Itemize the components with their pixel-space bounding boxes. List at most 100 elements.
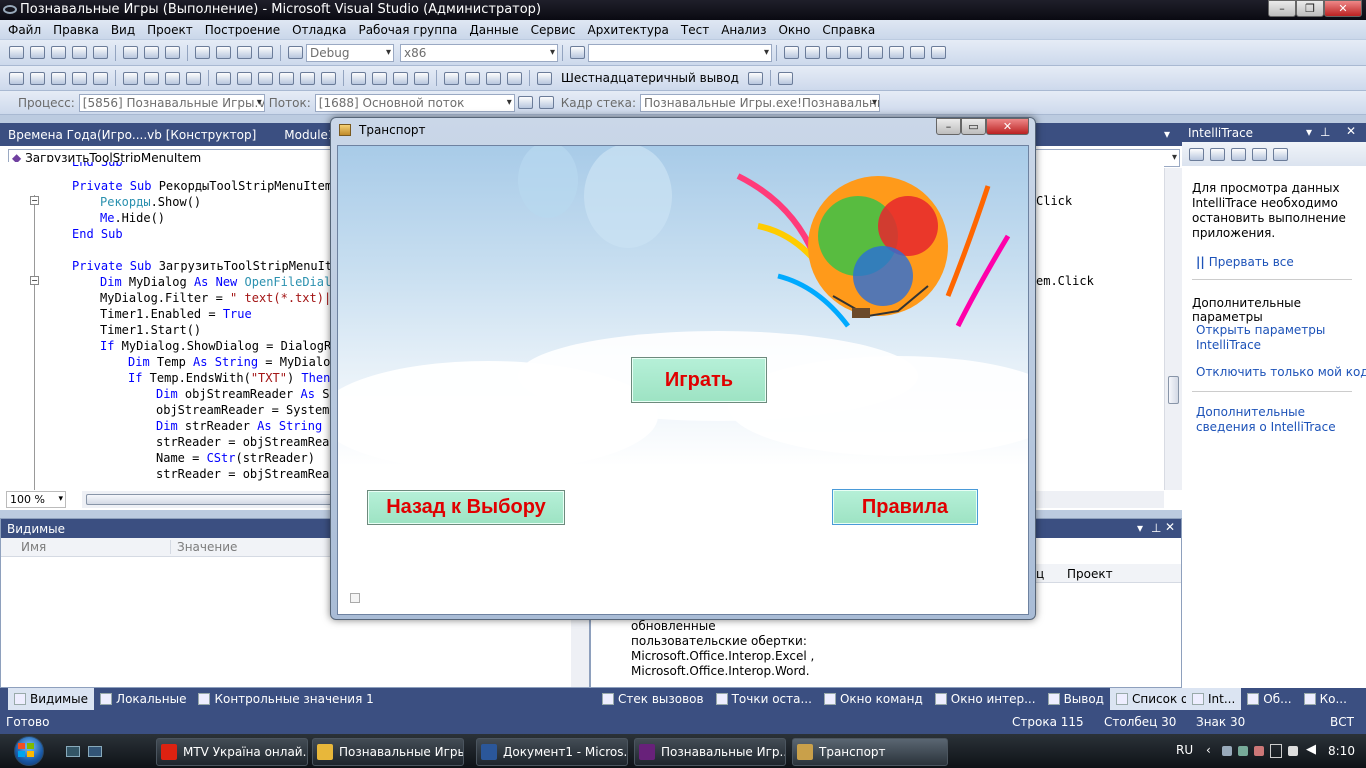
clock[interactable]: 8:10 (1328, 744, 1355, 758)
intellitrace-icon[interactable] (1189, 147, 1204, 161)
menu-item[interactable]: Файл (8, 23, 41, 37)
start-button[interactable] (6, 734, 52, 768)
command-window-icon[interactable] (931, 46, 946, 59)
close-icon[interactable]: ✕ (1346, 124, 1356, 138)
next-bookmark-icon[interactable] (258, 71, 273, 85)
tab-dropdown-icon[interactable]: ▾ (1164, 127, 1170, 141)
dialog-maximize-button[interactable]: ▭ (961, 118, 986, 135)
pin-icon[interactable]: ⊥ (1151, 521, 1161, 535)
col-project[interactable]: Проект (1067, 567, 1113, 581)
bookmark-icon[interactable] (216, 71, 231, 85)
text-editor-icon[interactable] (9, 71, 24, 85)
tab-watch1[interactable]: Контрольные значения 1 (192, 688, 379, 710)
pin-icon[interactable]: ⊥ (1320, 125, 1330, 139)
back-to-selection-button[interactable]: Назад к Выбору (367, 490, 565, 525)
menu-item[interactable]: Тест (681, 23, 709, 37)
object-browser-icon[interactable] (826, 46, 841, 59)
tab-locals[interactable]: Локальные (94, 688, 192, 710)
intellitrace-icon[interactable] (1252, 147, 1267, 161)
windows-menu-icon[interactable] (777, 71, 793, 85)
stack-frame-combo[interactable]: Познавальные Игры.exe!Познавальные_ (640, 93, 880, 112)
close-button[interactable]: ✕ (1324, 0, 1362, 17)
menu-item[interactable]: Построение (205, 23, 280, 37)
clear-bookmarks-icon[interactable] (321, 71, 336, 85)
list-members-icon[interactable] (93, 71, 108, 85)
tab-breakpoints[interactable]: Точки оста... (710, 688, 818, 710)
zoom-combo[interactable]: 100 % ▾ (6, 491, 66, 508)
tab-designer[interactable]: Времена Года(Игро....vb [Конструктор] (0, 123, 265, 146)
taskbar-item-transport[interactable]: Транспорт (792, 738, 948, 766)
collapse-toggle[interactable]: − (30, 196, 39, 205)
watch-col-value[interactable]: Значение (171, 540, 237, 554)
configuration-combo[interactable]: Debug (306, 43, 394, 62)
server-explorer-icon[interactable] (910, 46, 925, 59)
tab-immediate[interactable]: Окно интер... (929, 688, 1042, 710)
editor-vertical-scrollbar[interactable] (1164, 168, 1182, 490)
redo-icon[interactable] (216, 46, 231, 59)
tab-intellitrace[interactable]: Int... (1186, 688, 1242, 710)
step-into-icon[interactable] (465, 71, 480, 85)
stop-icon[interactable] (393, 71, 408, 85)
parameter-info-icon[interactable] (51, 71, 66, 85)
taskbar-item-folder[interactable]: Познавальные Игры (312, 738, 464, 766)
process-combo[interactable]: [5856] Познавальные Игры.vshost (78, 93, 265, 112)
language-indicator[interactable]: RU (1176, 743, 1193, 757)
resize-grip-icon[interactable] (350, 593, 360, 603)
open-settings-link[interactable]: Открыть параметры IntelliTrace (1196, 323, 1346, 353)
save-icon[interactable] (72, 46, 87, 59)
dialog-minimize-button[interactable]: – (936, 118, 961, 135)
scrollbar-thumb[interactable] (86, 494, 366, 505)
prev-bookmark-folder-icon[interactable] (279, 71, 294, 85)
quick-watch-icon[interactable] (537, 71, 552, 85)
menu-item[interactable]: Правка (53, 23, 99, 37)
navigate-back-icon[interactable] (237, 46, 252, 59)
thread-combo[interactable]: [1688] Основной поток (314, 93, 515, 112)
break-all-link[interactable]: || Прервать все (1196, 255, 1294, 269)
open-file-icon[interactable] (51, 46, 66, 59)
tab-command-window[interactable]: Окно команд (818, 688, 929, 710)
solution-explorer-icon[interactable] (784, 46, 799, 59)
dialog-close-button[interactable]: ✕ (986, 118, 1029, 135)
show-next-statement-icon[interactable] (444, 71, 459, 85)
save-all-icon[interactable] (93, 46, 108, 59)
hex-display-toggle[interactable]: Шестнадцатеричный вывод (561, 71, 739, 85)
close-icon[interactable]: ✕ (1165, 520, 1175, 534)
menu-item[interactable]: Рабочая группа (358, 23, 457, 37)
navigate-forward-icon[interactable] (258, 46, 273, 59)
undo-icon[interactable] (195, 46, 210, 59)
minimize-button[interactable]: – (1268, 0, 1296, 17)
find-combo[interactable] (588, 43, 772, 62)
switch-windows-icon[interactable] (88, 746, 102, 757)
menu-item[interactable]: Данные (469, 23, 518, 37)
collapse-toggle[interactable]: − (30, 276, 39, 285)
disable-mycode-link[interactable]: Отключить только мой код (1196, 365, 1366, 379)
tray-chevron-icon[interactable]: ‹ (1206, 743, 1211, 757)
menu-item[interactable]: Сервис (531, 23, 576, 37)
pause-icon[interactable] (372, 71, 387, 85)
taskbar-item-word[interactable]: Документ1 - Micros... (476, 738, 628, 766)
team-explorer-icon[interactable] (889, 46, 904, 59)
tray-icon[interactable] (1254, 746, 1264, 756)
tab-class-view[interactable]: Ко... (1298, 688, 1353, 710)
tab-output[interactable]: Вывод (1042, 688, 1110, 710)
tray-icon[interactable] (1222, 746, 1232, 756)
show-desktop-icon[interactable] (66, 746, 80, 757)
scrollbar-thumb[interactable] (1168, 376, 1179, 404)
taskbar-item-visual-studio[interactable]: Познавальные Игр... (634, 738, 786, 766)
step-over-icon[interactable] (486, 71, 501, 85)
start-debug-icon[interactable] (288, 46, 303, 59)
platform-combo[interactable]: x86 (400, 43, 558, 62)
copy-icon[interactable] (144, 46, 159, 59)
tools-icon[interactable] (868, 46, 883, 59)
next-bookmark-folder-icon[interactable] (300, 71, 315, 85)
toolbox-icon[interactable] (847, 46, 862, 59)
panel-dropdown-icon[interactable]: ▾ (1306, 125, 1312, 139)
outdent-icon[interactable] (144, 71, 159, 85)
volume-icon[interactable]: ◀ (1306, 742, 1316, 757)
new-project-icon[interactable] (9, 46, 24, 59)
tab-call-stack[interactable]: Стек вызовов (596, 688, 710, 710)
tray-icon[interactable] (1288, 746, 1298, 756)
menu-item[interactable]: Анализ (721, 23, 766, 37)
menu-item[interactable]: Отладка (292, 23, 346, 37)
intellitrace-icon[interactable] (1231, 147, 1246, 161)
